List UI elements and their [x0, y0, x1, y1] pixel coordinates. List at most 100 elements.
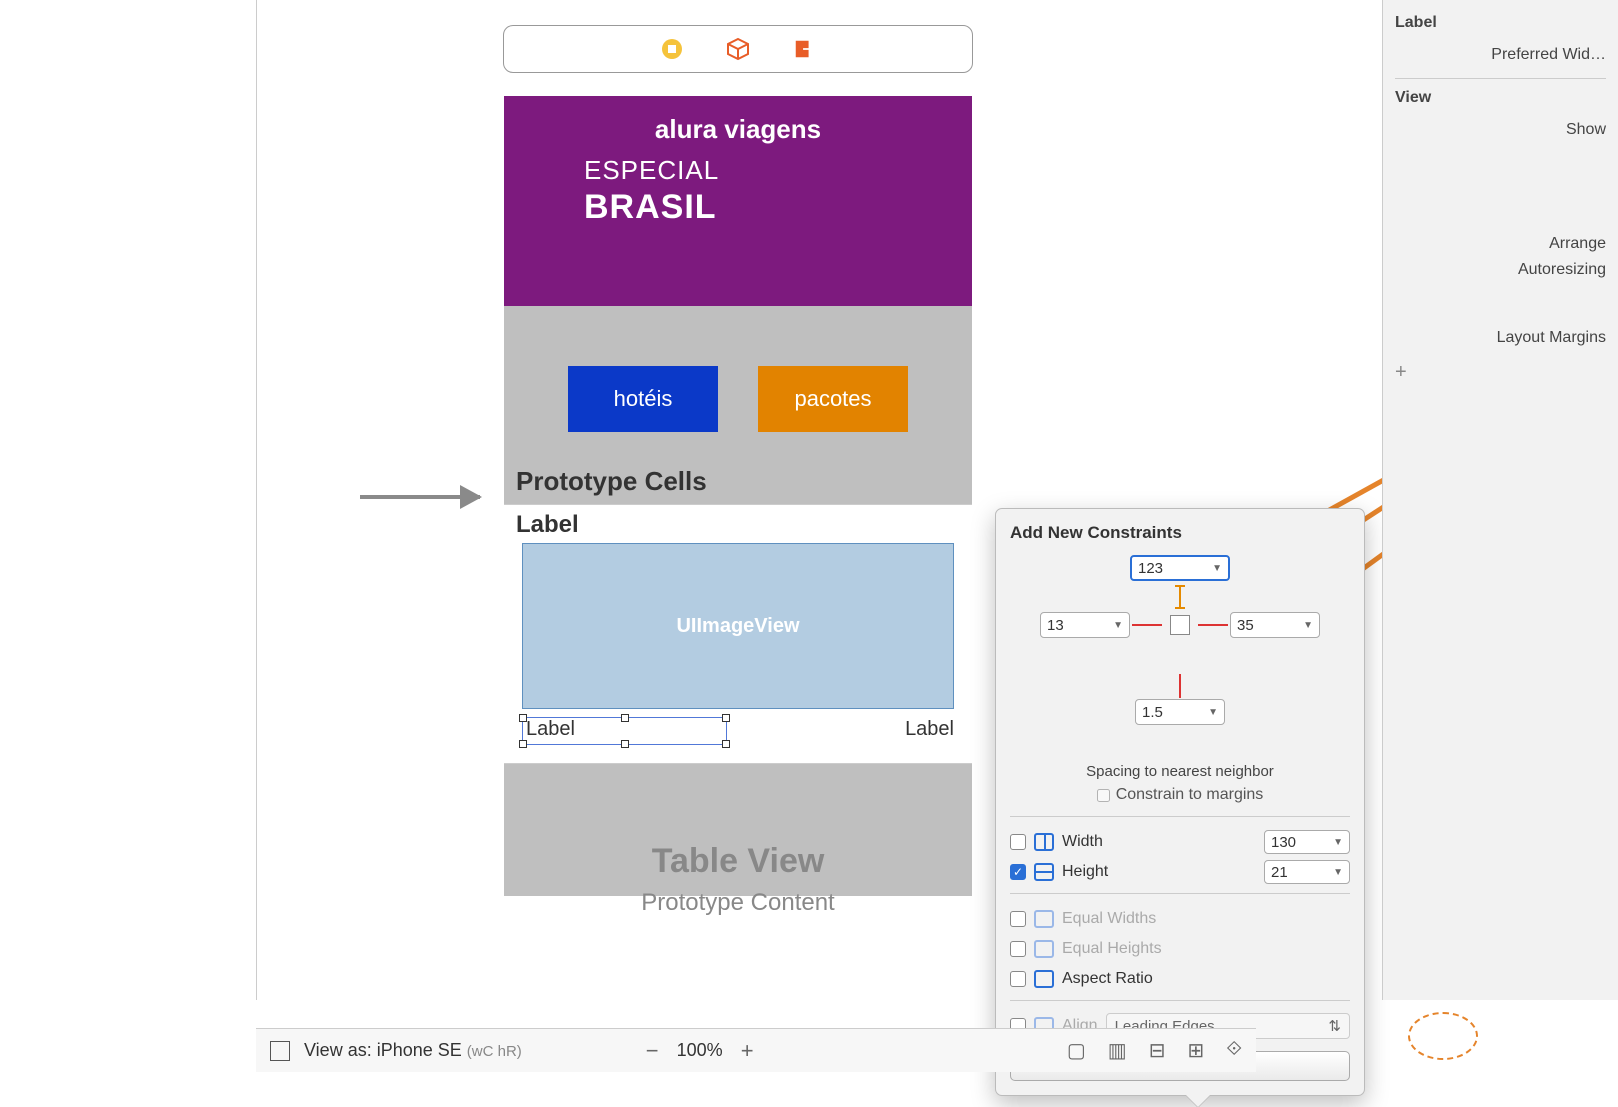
aspect-ratio-checkbox[interactable]	[1010, 971, 1026, 987]
header-line1: ESPECIAL	[584, 155, 972, 186]
align-tool-icon[interactable]: ⊟	[1149, 1038, 1166, 1063]
aspect-ratio-icon	[1034, 970, 1054, 988]
box3d-icon[interactable]	[725, 36, 751, 62]
export-icon[interactable]	[791, 36, 817, 62]
device-preview: alura viagens ESPECIAL BRASIL hotéis pac…	[504, 96, 972, 896]
add-constraints-popover: Add New Constraints 123▼ 13▼ 35▼ 1.5▼ Sp…	[995, 508, 1365, 1096]
zoom-in-button[interactable]: +	[741, 1038, 754, 1064]
update-frames-icon[interactable]: ▢	[1067, 1038, 1086, 1063]
view-as-text: View as: iPhone SE	[304, 1040, 462, 1060]
autoresizing-row: Autoresizing	[1395, 261, 1606, 321]
inspector-section-view: View	[1395, 89, 1606, 107]
width-value-input[interactable]: 130▼	[1264, 830, 1350, 854]
top-constraint-input[interactable]: 123 ▼	[1130, 555, 1230, 581]
add-row[interactable]: +	[1395, 355, 1606, 389]
show-row: Show	[1395, 113, 1606, 147]
aspect-ratio-row: Aspect Ratio	[1010, 964, 1350, 994]
width-label: Width	[1062, 833, 1256, 851]
resolve-issues-icon[interactable]: ⟐	[1226, 1038, 1242, 1063]
layout-margins-label: Layout Margins	[1497, 329, 1606, 347]
tab-hoteis[interactable]: hotéis	[568, 366, 718, 432]
chevron-down-icon: ▼	[1333, 867, 1343, 878]
device-outline-icon[interactable]	[270, 1041, 290, 1061]
annotation-arrow-gray	[360, 495, 480, 499]
top-strut-icon[interactable]	[1179, 585, 1181, 609]
equal-heights-icon	[1034, 940, 1054, 958]
arrange-label: Arrange	[1549, 235, 1606, 253]
chevron-down-icon: ▼	[1113, 620, 1123, 631]
layout-margins-row: Layout Margins	[1395, 321, 1606, 355]
view-as-label[interactable]: View as: iPhone SE (wC hR)	[304, 1040, 522, 1061]
tab-pacotes-label: pacotes	[794, 386, 871, 412]
constrain-margins-label: Constrain to margins	[1116, 786, 1264, 804]
inspector-panel: Label Preferred Wid… View Show Arrange A…	[1382, 0, 1618, 1000]
autoresizing-label: Autoresizing	[1518, 261, 1606, 279]
cell-top-label: Label	[516, 511, 579, 539]
width-checkbox[interactable]	[1010, 834, 1026, 850]
left-constraint-value: 13	[1047, 617, 1064, 634]
updown-icon: ⇅	[1328, 1017, 1341, 1035]
aspect-ratio-label: Aspect Ratio	[1062, 970, 1350, 988]
popover-title: Add New Constraints	[1010, 523, 1350, 543]
show-label: Show	[1566, 121, 1606, 139]
scene-toolbar	[503, 25, 973, 73]
inspector-section-label: Label	[1395, 14, 1606, 32]
height-constraint-row: ✓ Height 21 ▼	[1010, 857, 1350, 887]
height-value: 21	[1271, 864, 1288, 881]
prototype-cells-title: Prototype Cells	[516, 466, 707, 497]
arrange-row: Arrange	[1395, 227, 1606, 261]
constrain-margins-input[interactable]	[1097, 789, 1110, 802]
left-strut-icon[interactable]	[1132, 624, 1162, 626]
right-constraint-value: 35	[1237, 617, 1254, 634]
zoom-out-button[interactable]: −	[646, 1038, 659, 1064]
height-value-input[interactable]: 21 ▼	[1264, 860, 1350, 884]
tab-pacotes[interactable]: pacotes	[758, 366, 908, 432]
preferred-width-row: Preferred Wid…	[1395, 38, 1606, 72]
spacing-note: Spacing to nearest neighbor	[1010, 763, 1350, 780]
stop-icon[interactable]	[659, 36, 685, 62]
bottom-strut-icon[interactable]	[1179, 674, 1181, 698]
chevron-down-icon: ▼	[1212, 563, 1222, 574]
tableview-title: Table View	[652, 842, 825, 881]
canvas-bottom-bar: View as: iPhone SE (wC hR) − 100% + ▢ ▥ …	[256, 1028, 1256, 1072]
width-constraint-row: Width 130▼	[1010, 827, 1350, 857]
height-icon	[1034, 863, 1054, 881]
right-strut-icon[interactable]	[1198, 624, 1228, 626]
embed-in-icon[interactable]: ▥	[1108, 1038, 1127, 1063]
header-line2: BRASIL	[584, 188, 972, 227]
top-constraint-value: 123	[1138, 560, 1163, 577]
cell-label-left: Label	[526, 718, 575, 741]
equal-heights-row: Equal Heights	[1010, 934, 1350, 964]
popover-tail	[1186, 1095, 1210, 1107]
equal-heights-checkbox	[1010, 941, 1026, 957]
equal-heights-label: Equal Heights	[1062, 940, 1350, 958]
right-constraint-input[interactable]: 35 ▼	[1230, 612, 1320, 638]
tableview-subtitle: Prototype Content	[641, 889, 834, 917]
bottom-constraint-input[interactable]: 1.5▼	[1135, 699, 1225, 725]
tableview-placeholder: Table View Prototype Content	[504, 766, 972, 992]
constraint-diagram: 123 ▼ 13 ▼ 35 ▼	[1010, 555, 1350, 695]
tabs-row: hotéis pacotes	[504, 366, 972, 432]
library-drag-indicator	[1408, 1012, 1478, 1060]
chevron-down-icon: ▼	[1303, 620, 1313, 631]
zoom-controls: − 100% +	[646, 1038, 754, 1064]
equal-widths-icon	[1034, 910, 1054, 928]
pin-tool-icon[interactable]: ⊞	[1187, 1038, 1204, 1063]
width-value: 130	[1271, 834, 1296, 851]
height-checkbox[interactable]: ✓	[1010, 864, 1026, 880]
uiimageview-placeholder[interactable]: UIImageView	[522, 543, 954, 709]
view-as-variants: (wC hR)	[467, 1043, 522, 1060]
constraint-center-rect	[1170, 615, 1190, 635]
preferred-width-label: Preferred Wid…	[1491, 46, 1606, 64]
left-constraint-input[interactable]: 13 ▼	[1040, 612, 1130, 638]
width-icon	[1034, 833, 1054, 851]
constrain-to-margins-checkbox[interactable]: Constrain to margins	[1010, 786, 1350, 804]
prototype-cell[interactable]: Label UIImageView Label Label	[504, 504, 972, 764]
brand-title: alura viagens	[504, 114, 972, 145]
layout-tools: ▢ ▥ ⊟ ⊞ ⟐	[1067, 1038, 1242, 1063]
tab-hoteis-label: hotéis	[614, 386, 673, 412]
height-label: Height	[1062, 863, 1256, 881]
plus-icon[interactable]: +	[1395, 361, 1407, 384]
uiimageview-text: UIImageView	[676, 615, 799, 638]
bottom-constraint-value: 1.5	[1142, 704, 1163, 721]
